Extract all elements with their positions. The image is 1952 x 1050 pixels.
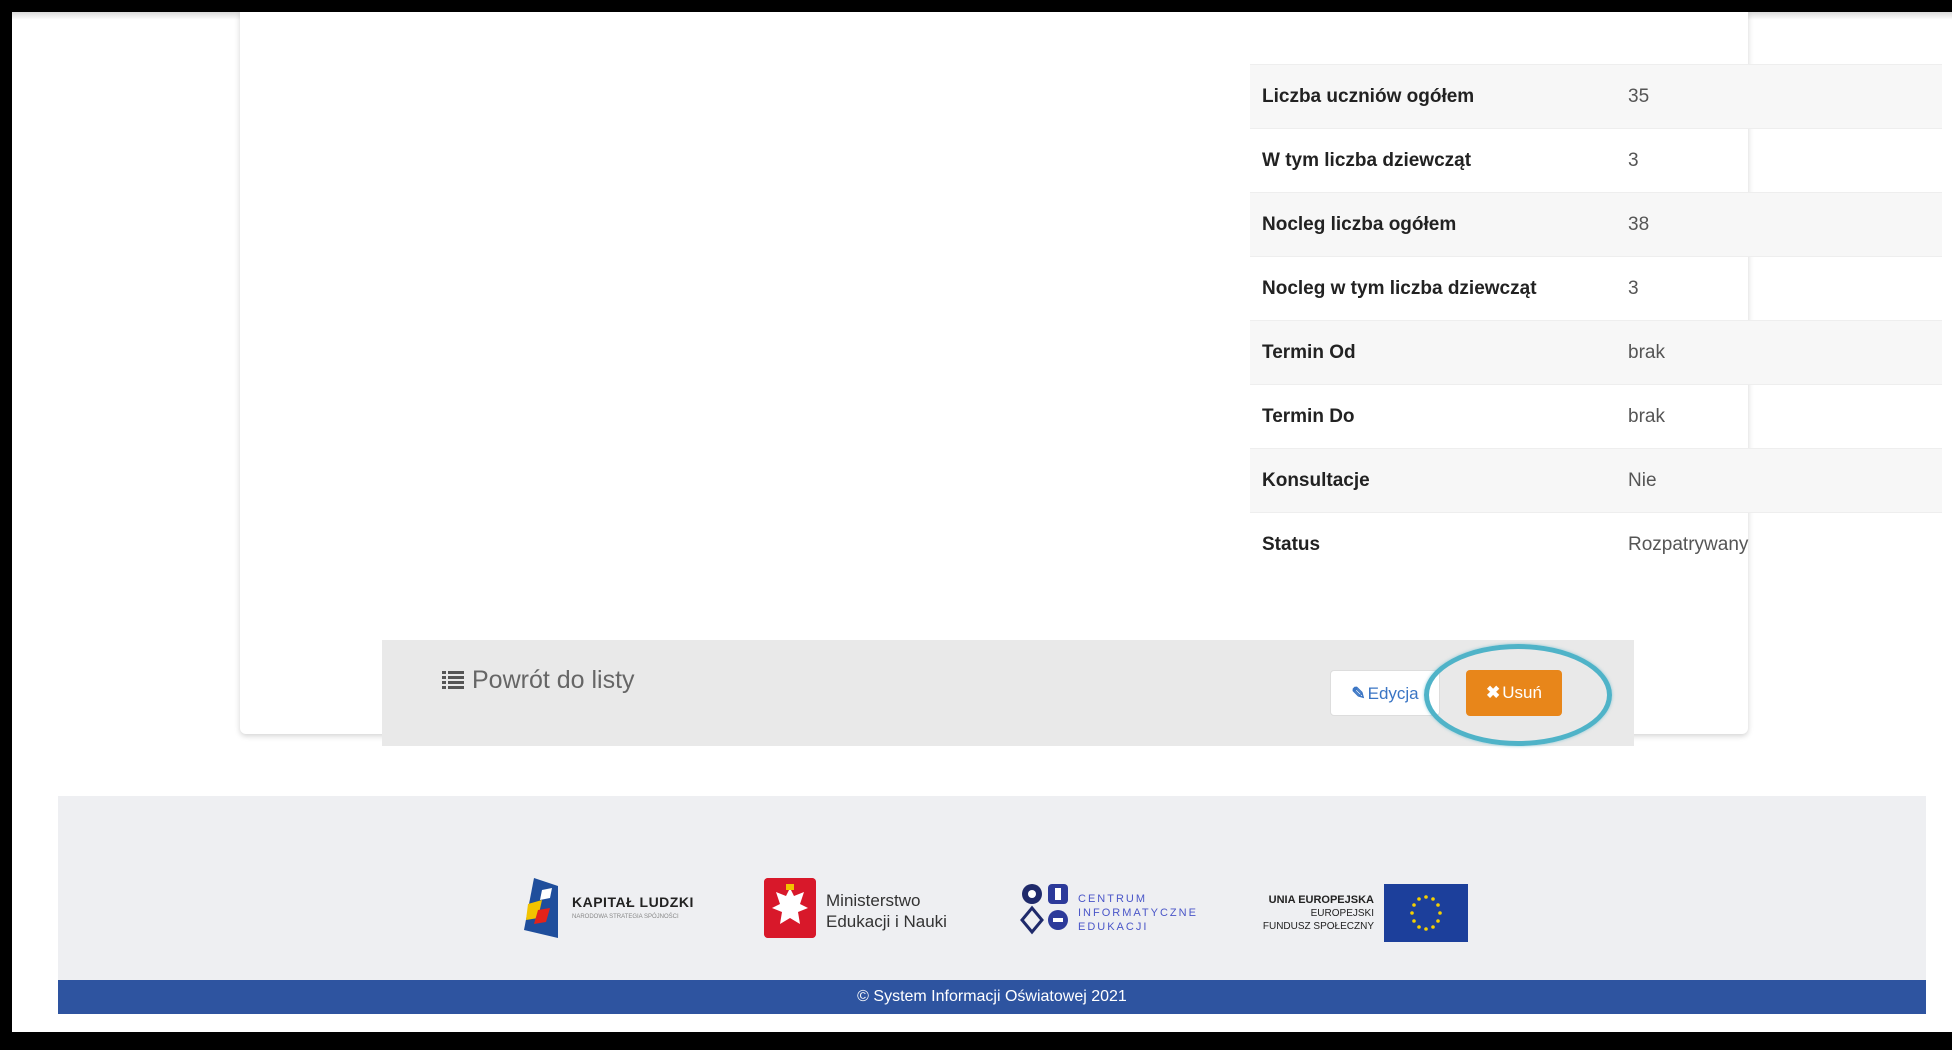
row-label: Nocleg liczba ogółem [1250,192,1616,257]
men-line1: Ministerstwo [826,891,921,910]
row-label: Termin Od [1250,320,1616,385]
cie-line1: CENTRUM [1078,893,1147,905]
row-label: Nocleg w tym liczba dziewcząt [1250,256,1616,321]
row-value: 38 [1616,192,1942,257]
row-label: Liczba uczniów ogółem [1250,64,1616,129]
eu-flag-icon [1384,884,1468,942]
status-value: Rozpatrywany [1616,512,1942,576]
cie-line2: INFORMATYCZNE [1078,907,1198,919]
delete-highlight-circle [1424,644,1612,746]
row-value: brak [1616,384,1942,449]
row-value: Nie [1616,448,1942,513]
copyright-bar: © System Informacji Oświatowej 2021 [58,980,1926,1014]
row-value: 3 [1616,256,1942,321]
details-card: Liczba uczniów ogółem 35 W tym liczba dz… [240,12,1942,734]
table-row: Status Rozpatrywany [1250,512,1942,576]
back-to-list-label: Powrót do listy [472,666,635,694]
table-row: Termin Do brak [1250,384,1942,449]
eu-line2: EUROPEJSKI [1310,908,1374,919]
footer: KAPITAŁ LUDZKI NARODOWA STRATEGIA SPÓJNO… [58,796,1926,1014]
men-logo: Ministerstwo Edukacji i Nauki [764,866,984,946]
eu-logo: UNIA EUROPEJSKA EUROPEJSKI FUNDUSZ SPOŁE… [1258,866,1488,946]
table-row: Termin Od brak [1250,320,1942,385]
kapital-ludzki-name: KAPITAŁ LUDZKI [572,894,694,910]
edit-button-label: Edycja [1367,684,1419,703]
eu-name: UNIA EUROPEJSKA EUROPEJSKI FUNDUSZ SPOŁE… [1258,894,1374,933]
men-name: Ministerstwo Edukacji i Nauki [826,890,947,932]
kapital-ludzki-tagline: NARODOWA STRATEGIA SPÓJNOŚCI [572,914,679,920]
kapital-ludzki-logo: KAPITAŁ LUDZKI NARODOWA STRATEGIA SPÓJNO… [524,866,724,946]
kapital-ludzki-mark-icon [524,878,558,938]
table-row: Liczba uczniów ogółem 35 [1250,64,1942,129]
row-value: brak [1616,320,1942,385]
table-row: Nocleg w tym liczba dziewcząt 3 [1250,256,1942,321]
men-line2: Edukacji i Nauki [826,912,947,931]
details-table: Liczba uczniów ogółem 35 W tym liczba dz… [1250,64,1942,576]
partner-logos: KAPITAŁ LUDZKI NARODOWA STRATEGIA SPÓJNO… [58,866,1926,956]
row-value: 35 [1616,64,1942,129]
row-label: Termin Do [1250,384,1616,449]
row-label: Konsultacje [1250,448,1616,513]
back-to-list-link[interactable]: Powrót do listy [442,666,635,695]
row-label: W tym liczba dziewcząt [1250,128,1616,193]
eu-line3: FUNDUSZ SPOŁECZNY [1262,921,1374,932]
table-row: Konsultacje Nie [1250,448,1942,513]
list-icon [442,671,464,689]
eu-line1: UNIA EUROPEJSKA [1268,894,1374,906]
edit-icon: ✎ [1351,684,1366,703]
cie-line3: EDUKACJI [1078,921,1149,933]
row-label: Status [1250,512,1616,576]
table-row: Nocleg liczba ogółem 38 [1250,192,1942,257]
browser-viewport: Liczba uczniów ogółem 35 W tym liczba dz… [12,12,1952,1032]
cie-name: CENTRUM INFORMATYCZNE EDUKACJI [1078,892,1198,934]
eagle-emblem-icon [764,878,816,938]
row-value: 3 [1616,128,1942,193]
table-row: W tym liczba dziewcząt 3 [1250,128,1942,193]
cie-mark-icon [1020,884,1068,935]
cie-logo: CENTRUM INFORMATYCZNE EDUKACJI [1020,866,1240,946]
